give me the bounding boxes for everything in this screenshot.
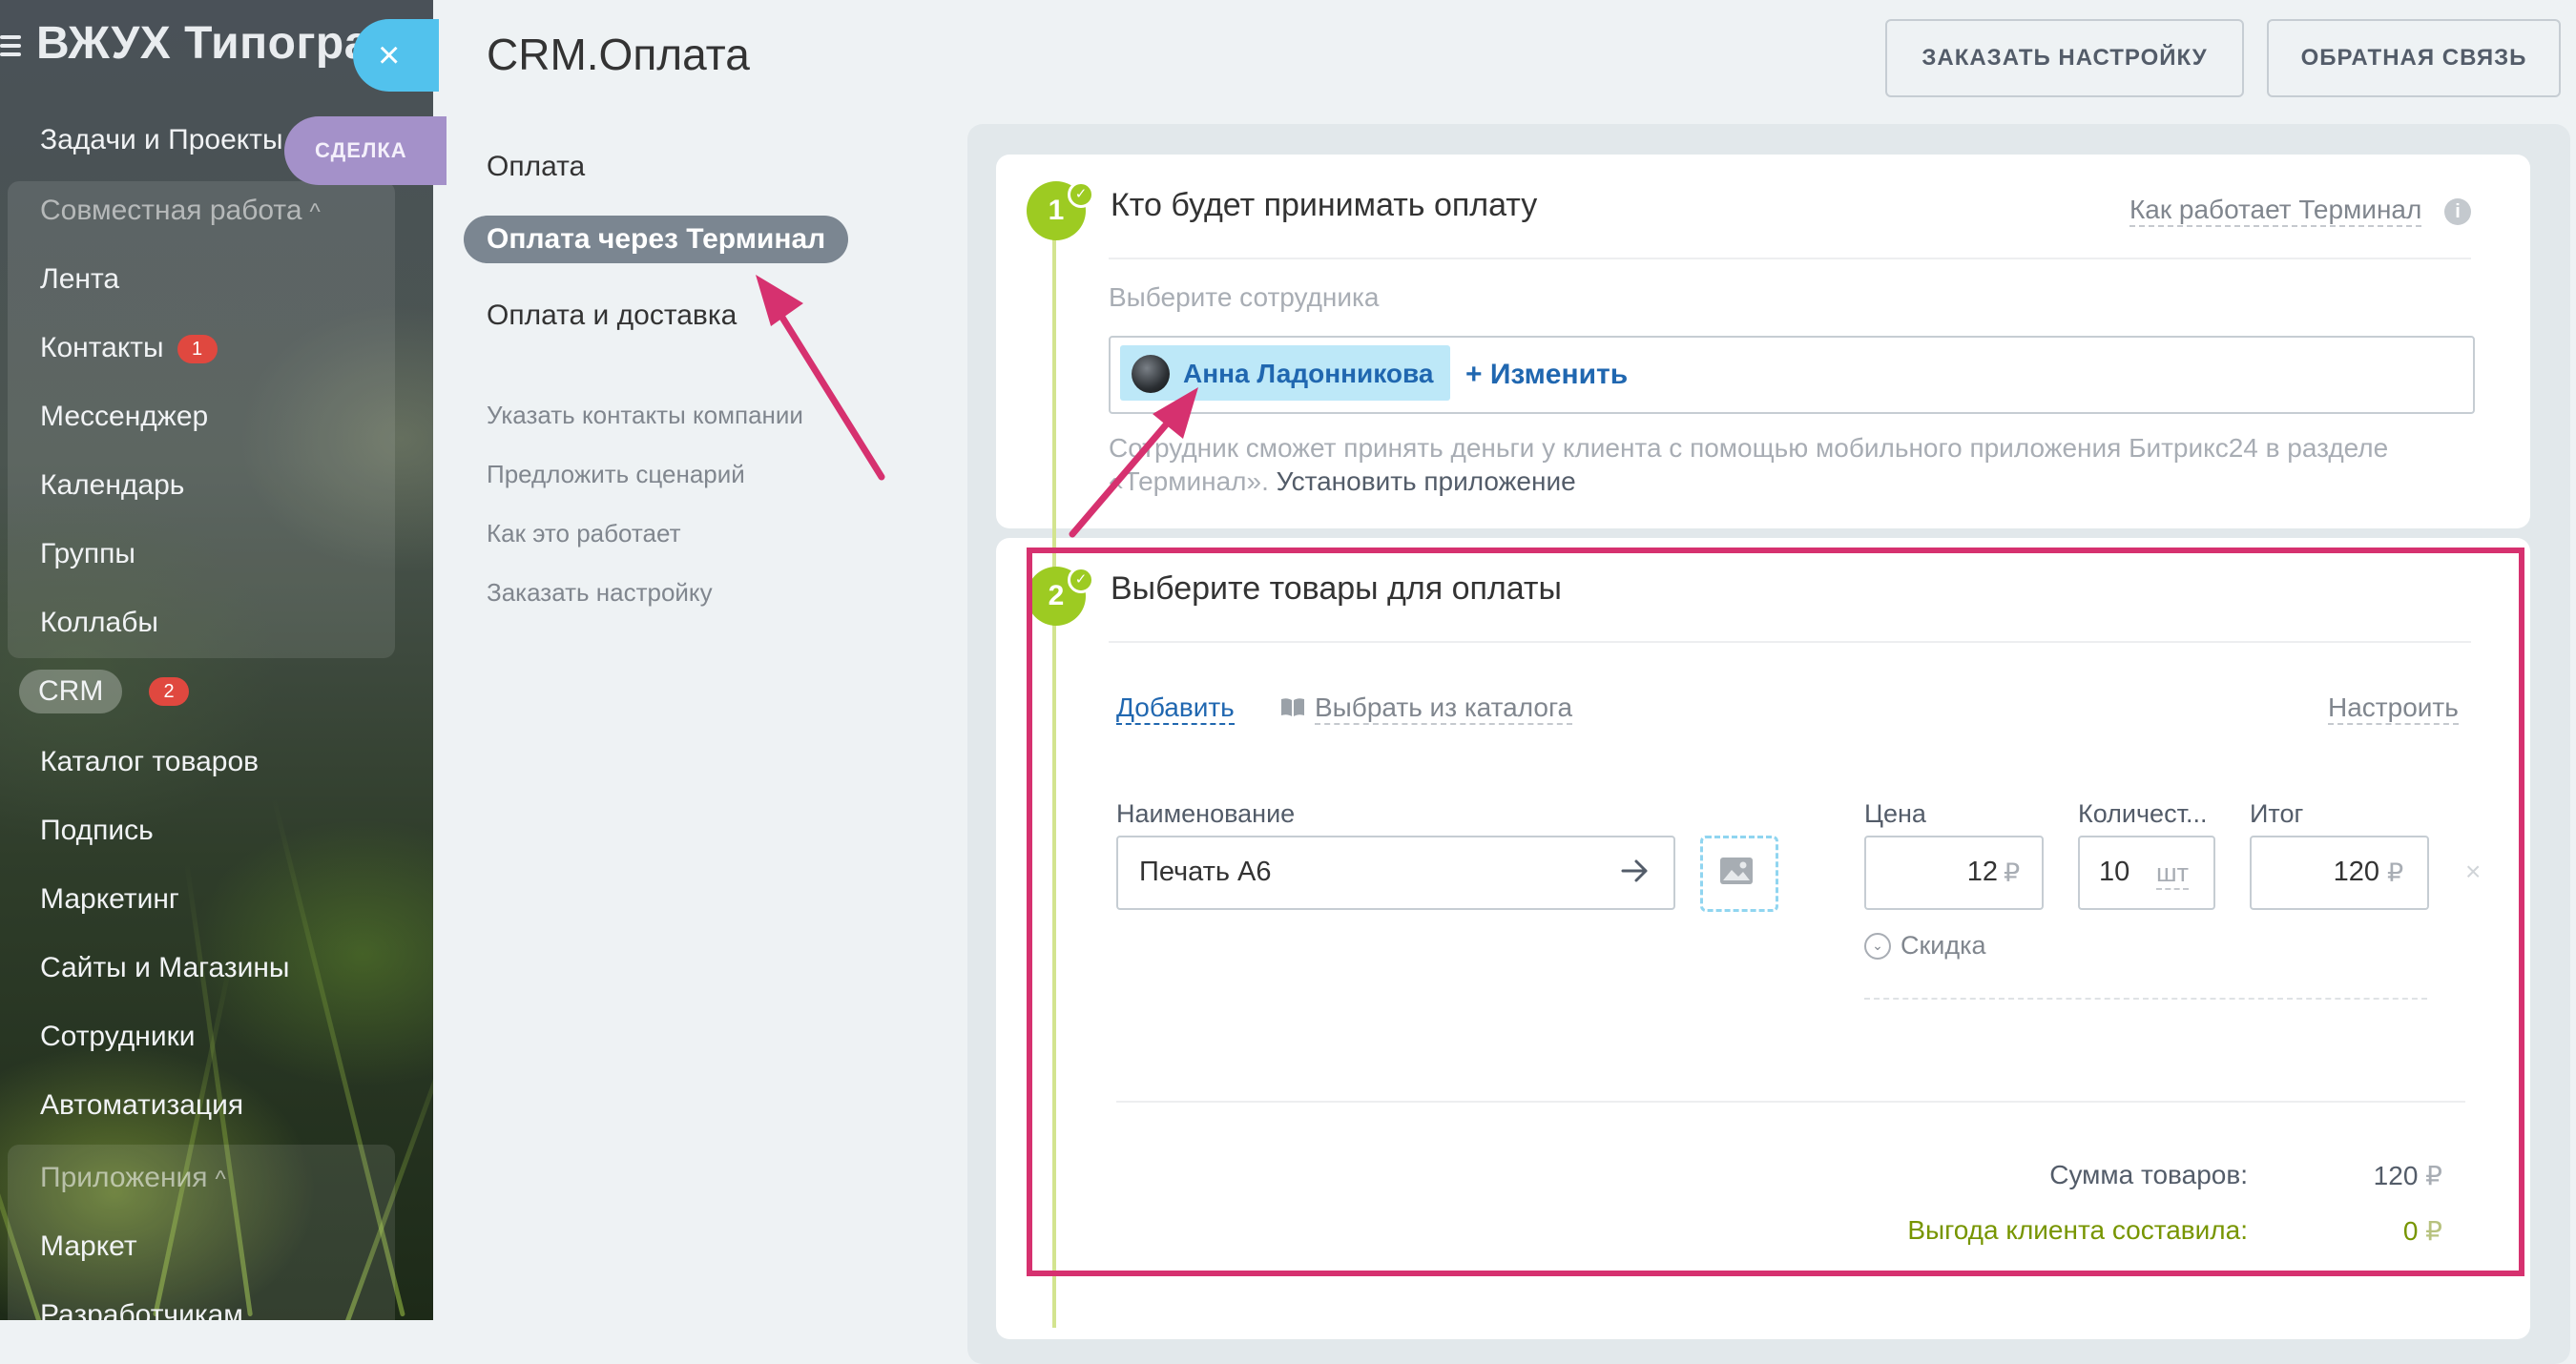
- chevron-down-icon[interactable]: ⌄: [1864, 933, 1891, 960]
- check-icon: ✓: [1068, 567, 1094, 593]
- column-total-label: Итог: [2250, 799, 2304, 828]
- image-icon: [1720, 858, 1753, 884]
- client-benefit-label: Выгода клиента составила:: [1907, 1215, 2248, 1245]
- sidebar-item-developers[interactable]: Разработчикам: [40, 1299, 243, 1320]
- sidebar: ВЖУХ Типогра Задачи и Проекты Совместная…: [0, 0, 433, 1320]
- sidebar-item-crm[interactable]: CRM: [19, 670, 123, 713]
- nav-item-payment[interactable]: Оплата: [487, 151, 585, 183]
- change-employee-link[interactable]: + Изменить: [1465, 359, 1628, 391]
- sidebar-item-messenger[interactable]: Мессенджер: [40, 401, 208, 433]
- nav-link-company-contacts[interactable]: Указать контакты компании: [487, 401, 803, 430]
- products-sum-value: 120 ₽: [2373, 1161, 2442, 1190]
- sidebar-item-contacts[interactable]: Контакты 1: [40, 332, 218, 364]
- total-currency: ₽: [2387, 858, 2404, 887]
- step2-card: [996, 538, 2530, 1339]
- close-icon: ×: [378, 34, 401, 76]
- discount-separator: [1864, 998, 2427, 1000]
- price-currency: ₽: [2004, 858, 2021, 887]
- nav-link-order-setup[interactable]: Заказать настройку: [487, 578, 713, 608]
- sidebar-item-employees[interactable]: Сотрудники: [40, 1021, 196, 1053]
- contacts-counter: 1: [177, 335, 218, 364]
- portal-title-text: ВЖУХ Типогра: [36, 18, 370, 69]
- close-slider-button[interactable]: ×: [353, 19, 439, 92]
- products-sum-label: Сумма товаров:: [2049, 1160, 2248, 1189]
- price-value: 12: [1966, 857, 1998, 887]
- arrow-right-icon[interactable]: [1620, 857, 1651, 885]
- sidebar-item-marketing[interactable]: Маркетинг: [40, 883, 179, 916]
- install-app-link[interactable]: Установить приложение: [1277, 466, 1576, 496]
- feedback-button[interactable]: ОБРАТНАЯ СВЯЗЬ: [2267, 19, 2561, 97]
- step1-title: Кто будет принимать оплату: [1111, 187, 1538, 223]
- remove-product-icon[interactable]: ×: [2465, 857, 2481, 887]
- steps-timeline: [1052, 212, 1056, 1328]
- sidebar-item-automation[interactable]: Автоматизация: [40, 1089, 243, 1122]
- add-product-link[interactable]: Добавить: [1116, 692, 1235, 725]
- sidebar-item-market[interactable]: Маркет: [40, 1230, 137, 1263]
- quantity-unit[interactable]: шт: [2156, 858, 2190, 890]
- totals-divider: [1116, 1101, 2465, 1103]
- nav-item-terminal[interactable]: Оплата через Терминал: [464, 216, 849, 263]
- step2-title: Выберите товары для оплаты: [1111, 570, 1562, 607]
- sidebar-item-collabs[interactable]: Коллабы: [40, 607, 158, 639]
- sidebar-item-feed[interactable]: Лента: [40, 263, 119, 296]
- total-value: 120: [2333, 857, 2379, 887]
- chevron-up-icon: ^: [215, 1167, 226, 1192]
- column-price-label: Цена: [1864, 799, 1926, 828]
- terminal-description: Сотрудник сможет принять деньги у клиент…: [1109, 431, 2483, 498]
- sidebar-item-catalog[interactable]: Каталог товаров: [40, 746, 259, 778]
- check-icon: ✓: [1068, 181, 1094, 208]
- chevron-up-icon: ^: [309, 199, 321, 225]
- nav-link-suggest-scenario[interactable]: Предложить сценарий: [487, 460, 745, 489]
- product-name-value: Печать А6: [1139, 857, 1272, 887]
- sidebar-group-collab[interactable]: Совместная работа ^: [40, 195, 321, 227]
- sidebar-item-sites[interactable]: Сайты и Магазины: [40, 952, 289, 984]
- book-icon: [1281, 698, 1304, 716]
- step2-divider: [1109, 641, 2471, 643]
- crm-counter: 2: [149, 677, 189, 706]
- column-name-label: Наименование: [1116, 799, 1296, 828]
- page-title: CRM.Оплата: [487, 30, 750, 79]
- select-from-catalog-link[interactable]: Выбрать из каталога: [1315, 692, 1573, 725]
- order-setup-button[interactable]: ЗАКАЗАТЬ НАСТРОЙКУ: [1885, 19, 2244, 97]
- sidebar-item-calendar[interactable]: Календарь: [40, 469, 184, 502]
- discount-toggle[interactable]: Скидка: [1901, 931, 1986, 961]
- employee-hint: Выберите сотрудника: [1109, 282, 1380, 312]
- column-quantity-label: Количест...: [2078, 799, 2208, 828]
- nav-item-payment-delivery[interactable]: Оплата и доставка: [487, 300, 737, 332]
- menu-icon[interactable]: [0, 31, 21, 61]
- deal-tab[interactable]: СДЕЛКА: [284, 116, 447, 185]
- avatar: [1132, 355, 1170, 393]
- configure-link[interactable]: Настроить: [2328, 692, 2459, 725]
- step1-divider: [1109, 258, 2471, 259]
- client-benefit-value: 0 ₽: [2402, 1216, 2442, 1246]
- portal-title[interactable]: ВЖУХ Типогра: [0, 17, 370, 70]
- sidebar-item-groups[interactable]: Группы: [40, 538, 135, 570]
- sidebar-item-sign[interactable]: Подпись: [40, 815, 154, 847]
- nav-link-how-it-works[interactable]: Как это работает: [487, 519, 680, 548]
- quantity-value: 10: [2099, 857, 2130, 887]
- sidebar-item-tasks[interactable]: Задачи и Проекты: [40, 124, 283, 156]
- info-icon[interactable]: i: [2444, 198, 2471, 225]
- employee-name: Анна Ладонникова: [1183, 359, 1434, 388]
- sidebar-group-apps[interactable]: Приложения ^: [40, 1162, 226, 1194]
- how-terminal-works-link[interactable]: Как работает Терминал: [2129, 195, 2422, 227]
